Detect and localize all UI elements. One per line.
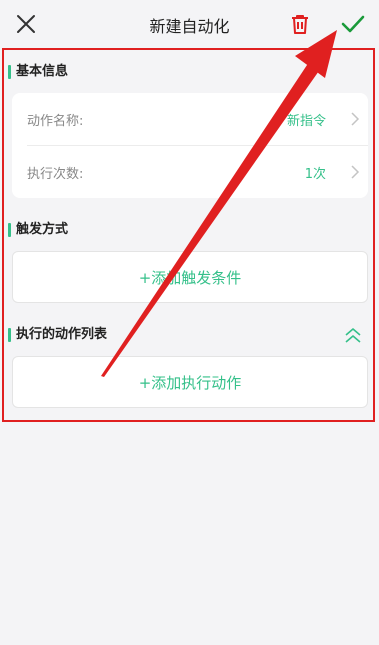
basic-info-card: 动作名称: 新指令 执行次数: 1次 bbox=[12, 93, 368, 198]
chevron-right-icon bbox=[350, 164, 360, 179]
trash-icon[interactable] bbox=[288, 12, 312, 36]
action-name-label: 动作名称: bbox=[27, 114, 84, 129]
add-trigger-button[interactable]: +添加触发条件 bbox=[12, 251, 368, 303]
trigger-title: 触发方式 bbox=[8, 222, 68, 238]
page-title: 新建自动化 bbox=[149, 17, 230, 36]
top-bar: 新建自动化 bbox=[0, 0, 379, 48]
double-chevron-up-icon[interactable] bbox=[344, 326, 362, 344]
basic-info-title: 基本信息 bbox=[8, 64, 68, 80]
add-action-label: +添加执行动作 bbox=[138, 374, 242, 392]
execution-count-value: 1次 bbox=[304, 167, 326, 182]
action-name-row[interactable]: 动作名称: 新指令 bbox=[12, 93, 368, 146]
action-name-value: 新指令 bbox=[286, 114, 326, 129]
check-icon[interactable] bbox=[340, 12, 366, 36]
add-trigger-label: +添加触发条件 bbox=[138, 269, 242, 287]
add-action-button[interactable]: +添加执行动作 bbox=[12, 356, 368, 408]
execution-count-label: 执行次数: bbox=[27, 167, 84, 182]
chevron-right-icon bbox=[350, 111, 360, 126]
execution-count-row[interactable]: 执行次数: 1次 bbox=[12, 146, 368, 198]
actions-title: 执行的动作列表 bbox=[8, 327, 107, 343]
